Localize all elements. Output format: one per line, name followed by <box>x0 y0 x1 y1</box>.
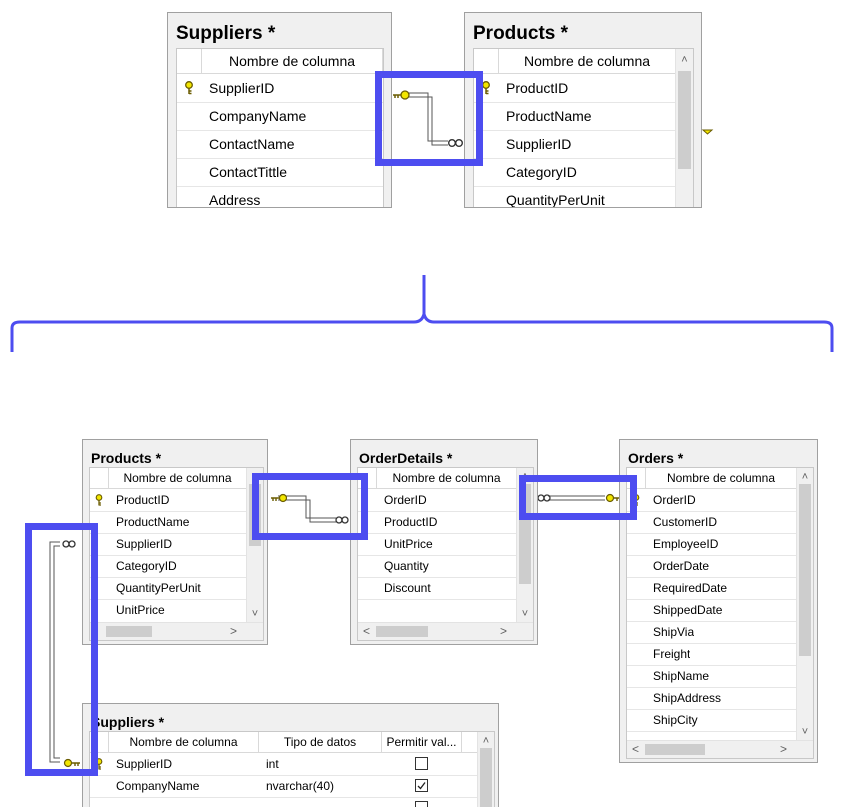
allow-nulls-checkbox[interactable] <box>414 779 428 793</box>
table-row[interactable]: RequiredDate <box>627 577 797 600</box>
column-type: int <box>266 757 279 771</box>
column-name: OrderID <box>384 493 427 507</box>
highlight-box <box>25 523 98 776</box>
vertical-scrollbar[interactable]: ˄ ˅ <box>796 468 813 741</box>
column-header: Nombre de columna <box>109 468 247 488</box>
table-row[interactable]: Quantity <box>358 555 517 578</box>
column-header: Nombre de columna <box>646 468 797 488</box>
scroll-left-arrow[interactable]: < <box>632 741 639 757</box>
table-row[interactable]: Freight <box>627 643 797 666</box>
key-icon <box>701 129 714 135</box>
scroll-right-arrow[interactable]: > <box>780 741 787 757</box>
table-row[interactable]: OrderID <box>358 489 517 512</box>
column-name: UnitPrice <box>384 537 433 551</box>
table-row[interactable]: ProductID <box>90 489 247 512</box>
column-name: CategoryID <box>116 559 177 573</box>
column-name: ShipAddress <box>653 691 722 705</box>
table-row[interactable]: UnitPrice <box>90 599 247 621</box>
column-name: ProductName <box>116 515 190 529</box>
column-name: EmployeeID <box>653 537 719 551</box>
column-name: OrderDate <box>653 559 710 573</box>
table-title: Products * <box>91 450 162 466</box>
column-name: Quantity <box>384 559 429 573</box>
table-title: OrderDetails * <box>359 450 453 466</box>
check-icon <box>417 782 426 790</box>
table-row[interactable]: ProductName <box>90 511 247 534</box>
allow-nulls-checkbox[interactable] <box>414 757 428 771</box>
key-icon <box>95 494 103 506</box>
scroll-up-arrow[interactable]: ˄ <box>478 734 494 748</box>
scroll-right-arrow[interactable]: > <box>230 623 237 639</box>
table-row[interactable]: ShipVia <box>627 621 797 644</box>
column-name: ShipVia <box>653 625 695 639</box>
column-name: CustomerID <box>653 515 718 529</box>
scroll-down-arrow[interactable]: ˅ <box>517 607 533 621</box>
scroll-down-arrow[interactable]: ˅ <box>797 725 813 739</box>
column-name: Freight <box>653 647 691 661</box>
column-name: ShippedDate <box>653 603 723 617</box>
table-row[interactable]: SupplierID <box>90 533 247 556</box>
table-row[interactable]: OrderDate <box>627 555 797 578</box>
table-row[interactable] <box>90 797 478 807</box>
table-row[interactable]: CompanyName nvarchar(40) <box>90 775 478 798</box>
column-name: UnitPrice <box>116 603 165 617</box>
horizontal-scrollbar[interactable]: > <box>90 622 263 640</box>
column-type: nvarchar(40) <box>266 779 335 793</box>
orderdetails-table[interactable]: OrderDetails * Nombre de columna OrderID… <box>350 439 538 645</box>
highlight-box <box>375 71 483 166</box>
table-row[interactable]: EmployeeID <box>627 533 797 556</box>
table-row[interactable]: SupplierID int <box>90 753 478 776</box>
orders-table[interactable]: Orders * Nombre de columna OrderID Custo… <box>619 439 818 763</box>
column-name: ShipCity <box>653 713 698 727</box>
highlight-box <box>519 475 637 520</box>
column-name: SupplierID <box>116 537 173 551</box>
allow-nulls-checkbox[interactable] <box>414 801 428 807</box>
column-name: ProductID <box>116 493 170 507</box>
table-title: Suppliers * <box>91 714 165 730</box>
bottom-products-table[interactable]: Products * Nombre de columna ProductID P… <box>82 439 268 645</box>
scroll-up-arrow[interactable]: ˄ <box>797 470 813 484</box>
column-name: RequiredDate <box>653 581 728 595</box>
column-name: Discount <box>384 581 431 595</box>
column-name: CompanyName <box>116 779 200 793</box>
table-row[interactable]: UnitPrice <box>358 533 517 556</box>
horizontal-scrollbar[interactable]: < > <box>358 622 533 640</box>
column-name: OrderID <box>653 493 696 507</box>
table-row[interactable]: CustomerID <box>627 511 797 534</box>
horizontal-scrollbar[interactable]: < > <box>627 740 813 758</box>
column-name: SupplierID <box>116 757 173 771</box>
column-header: Permitir val... <box>382 732 462 752</box>
scroll-right-arrow[interactable]: > <box>500 623 507 639</box>
table-row[interactable]: CategoryID <box>90 555 247 578</box>
column-name: QuantityPerUnit <box>116 581 201 595</box>
table-row[interactable]: ShipName <box>627 665 797 688</box>
highlight-box <box>252 473 368 540</box>
column-name: ShipName <box>653 669 710 683</box>
table-title: Orders * <box>628 450 684 466</box>
table-row[interactable]: ShippedDate <box>627 599 797 622</box>
table-row[interactable]: QuantityPerUnit <box>90 577 247 600</box>
brace-shape <box>10 275 834 352</box>
scroll-left-arrow[interactable]: < <box>363 623 370 639</box>
scroll-down-arrow[interactable]: ˅ <box>247 607 263 621</box>
column-header: Tipo de datos <box>259 732 382 752</box>
table-row[interactable]: Discount <box>358 577 517 600</box>
column-header: Nombre de columna <box>377 468 517 488</box>
table-row[interactable]: ProductID <box>358 511 517 534</box>
column-header: Nombre de columna <box>109 732 259 752</box>
table-row[interactable]: OrderID <box>627 489 797 512</box>
vertical-scrollbar[interactable]: ˄ <box>477 732 494 807</box>
bottom-suppliers-table[interactable]: Suppliers * Nombre de columna Tipo de da… <box>82 703 499 807</box>
table-row[interactable]: ShipAddress <box>627 687 797 710</box>
column-name: ProductID <box>384 515 438 529</box>
table-row[interactable]: ShipCity <box>627 709 797 732</box>
